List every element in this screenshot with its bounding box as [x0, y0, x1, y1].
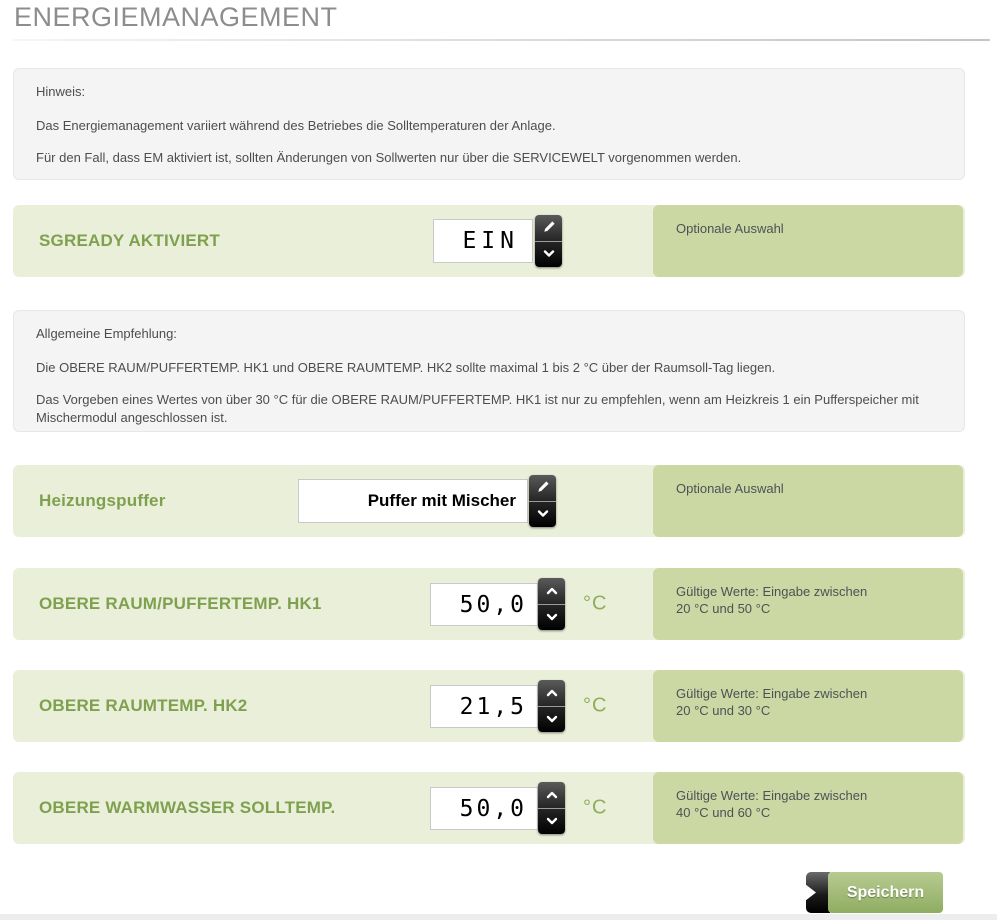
- valid-range-line: Gültige Werte: Eingabe zwischen: [676, 686, 868, 701]
- pencil-icon[interactable]: [529, 475, 556, 501]
- chevron-up-icon[interactable]: [538, 782, 565, 808]
- chevron-down-icon[interactable]: [535, 240, 562, 268]
- title-divider: [13, 39, 990, 41]
- hk2-unit-label: °C: [583, 694, 608, 717]
- recommendation-note-line: Das Vorgeben eines Wertes von über 30 °C…: [36, 392, 919, 425]
- save-button-label[interactable]: Speichern: [828, 872, 943, 913]
- valid-range-line: Gültige Werte: Eingabe zwischen: [676, 584, 868, 599]
- hk2-valid-range-info: Gültige Werte: Eingabe zwischen 20 °C un…: [653, 670, 963, 742]
- hint-note-box: Hinweis: Das Energiemanagement variiert …: [13, 68, 965, 180]
- heizungspuffer-label: Heizungspuffer: [39, 491, 166, 510]
- valid-range-line: 20 °C und 30 °C: [676, 703, 771, 718]
- valid-range-line: 40 °C und 60 °C: [676, 805, 771, 820]
- sgready-select-button[interactable]: [535, 215, 562, 267]
- hk1-unit-label: °C: [583, 592, 608, 615]
- row-obere-warmwasser-solltemp: OBERE WARMWASSER SOLLTEMP. °C Gültige We…: [13, 772, 965, 844]
- energiemanagement-page: ENERGIEMANAGEMENT Hinweis: Das Energiema…: [0, 0, 997, 920]
- hk2-label: OBERE RAUMTEMP. HK2: [39, 696, 248, 715]
- bottom-divider-strip: [0, 914, 997, 920]
- chevron-up-icon[interactable]: [538, 578, 565, 604]
- hk1-spinner[interactable]: [538, 578, 565, 630]
- hk1-label: OBERE RAUM/PUFFERTEMP. HK1: [39, 594, 322, 613]
- recommendation-note-heading: Allgemeine Empfehlung:: [36, 326, 177, 341]
- sgready-label: SGREADY AKTIVIERT: [39, 231, 220, 250]
- sgready-side-info: Optionale Auswahl: [653, 205, 963, 277]
- hint-note-line: Das Energiemanagement variiert während d…: [36, 118, 556, 133]
- chevron-down-icon[interactable]: [538, 603, 565, 631]
- hk1-temp-input[interactable]: [430, 583, 538, 626]
- hint-note-line: Für den Fall, dass EM aktiviert ist, sol…: [36, 150, 742, 165]
- row-obere-raumtemp-hk2: OBERE RAUMTEMP. HK2 °C Gültige Werte: Ei…: [13, 670, 965, 742]
- warmwasser-valid-range-info: Gültige Werte: Eingabe zwischen 40 °C un…: [653, 772, 963, 844]
- row-heizungspuffer: Heizungspuffer Puffer mit Mischer Option…: [13, 465, 965, 537]
- valid-range-line: 20 °C und 50 °C: [676, 601, 771, 616]
- side-info-text: Optionale Auswahl: [676, 221, 784, 236]
- valid-range-line: Gültige Werte: Eingabe zwischen: [676, 788, 868, 803]
- heizungspuffer-side-info: Optionale Auswahl: [653, 465, 963, 537]
- chevron-down-icon[interactable]: [529, 500, 556, 528]
- row-sgready-aktiviert: SGREADY AKTIVIERT EIN Optionale Auswahl: [13, 205, 965, 277]
- heizungspuffer-select-button[interactable]: [529, 475, 556, 527]
- side-info-text: Optionale Auswahl: [676, 481, 784, 496]
- recommendation-note-box: Allgemeine Empfehlung: Die OBERE RAUM/PU…: [13, 310, 965, 432]
- warmwasser-unit-label: °C: [583, 796, 608, 819]
- warmwasser-spinner[interactable]: [538, 782, 565, 834]
- warmwasser-label: OBERE WARMWASSER SOLLTEMP.: [39, 798, 336, 817]
- chevron-up-icon[interactable]: [538, 680, 565, 706]
- sgready-value-display[interactable]: EIN: [433, 219, 533, 263]
- chevron-down-icon[interactable]: [538, 807, 565, 835]
- recommendation-note-line: Die OBERE RAUM/PUFFERTEMP. HK1 und OBERE…: [36, 360, 776, 375]
- chevron-right-icon: [805, 872, 830, 913]
- chevron-down-icon[interactable]: [538, 705, 565, 733]
- hk2-spinner[interactable]: [538, 680, 565, 732]
- page-title: ENERGIEMANAGEMENT: [14, 2, 338, 32]
- heizungspuffer-value-display[interactable]: Puffer mit Mischer: [298, 479, 528, 523]
- pencil-icon[interactable]: [535, 215, 562, 241]
- warmwasser-temp-input[interactable]: [430, 787, 538, 830]
- row-obere-raum-puffertemp-hk1: OBERE RAUM/PUFFERTEMP. HK1 °C Gültige We…: [13, 568, 965, 640]
- save-button[interactable]: Speichern: [805, 872, 943, 913]
- hk2-temp-input[interactable]: [430, 685, 538, 728]
- hk1-valid-range-info: Gültige Werte: Eingabe zwischen 20 °C un…: [653, 568, 963, 640]
- hint-note-heading: Hinweis:: [36, 84, 86, 99]
